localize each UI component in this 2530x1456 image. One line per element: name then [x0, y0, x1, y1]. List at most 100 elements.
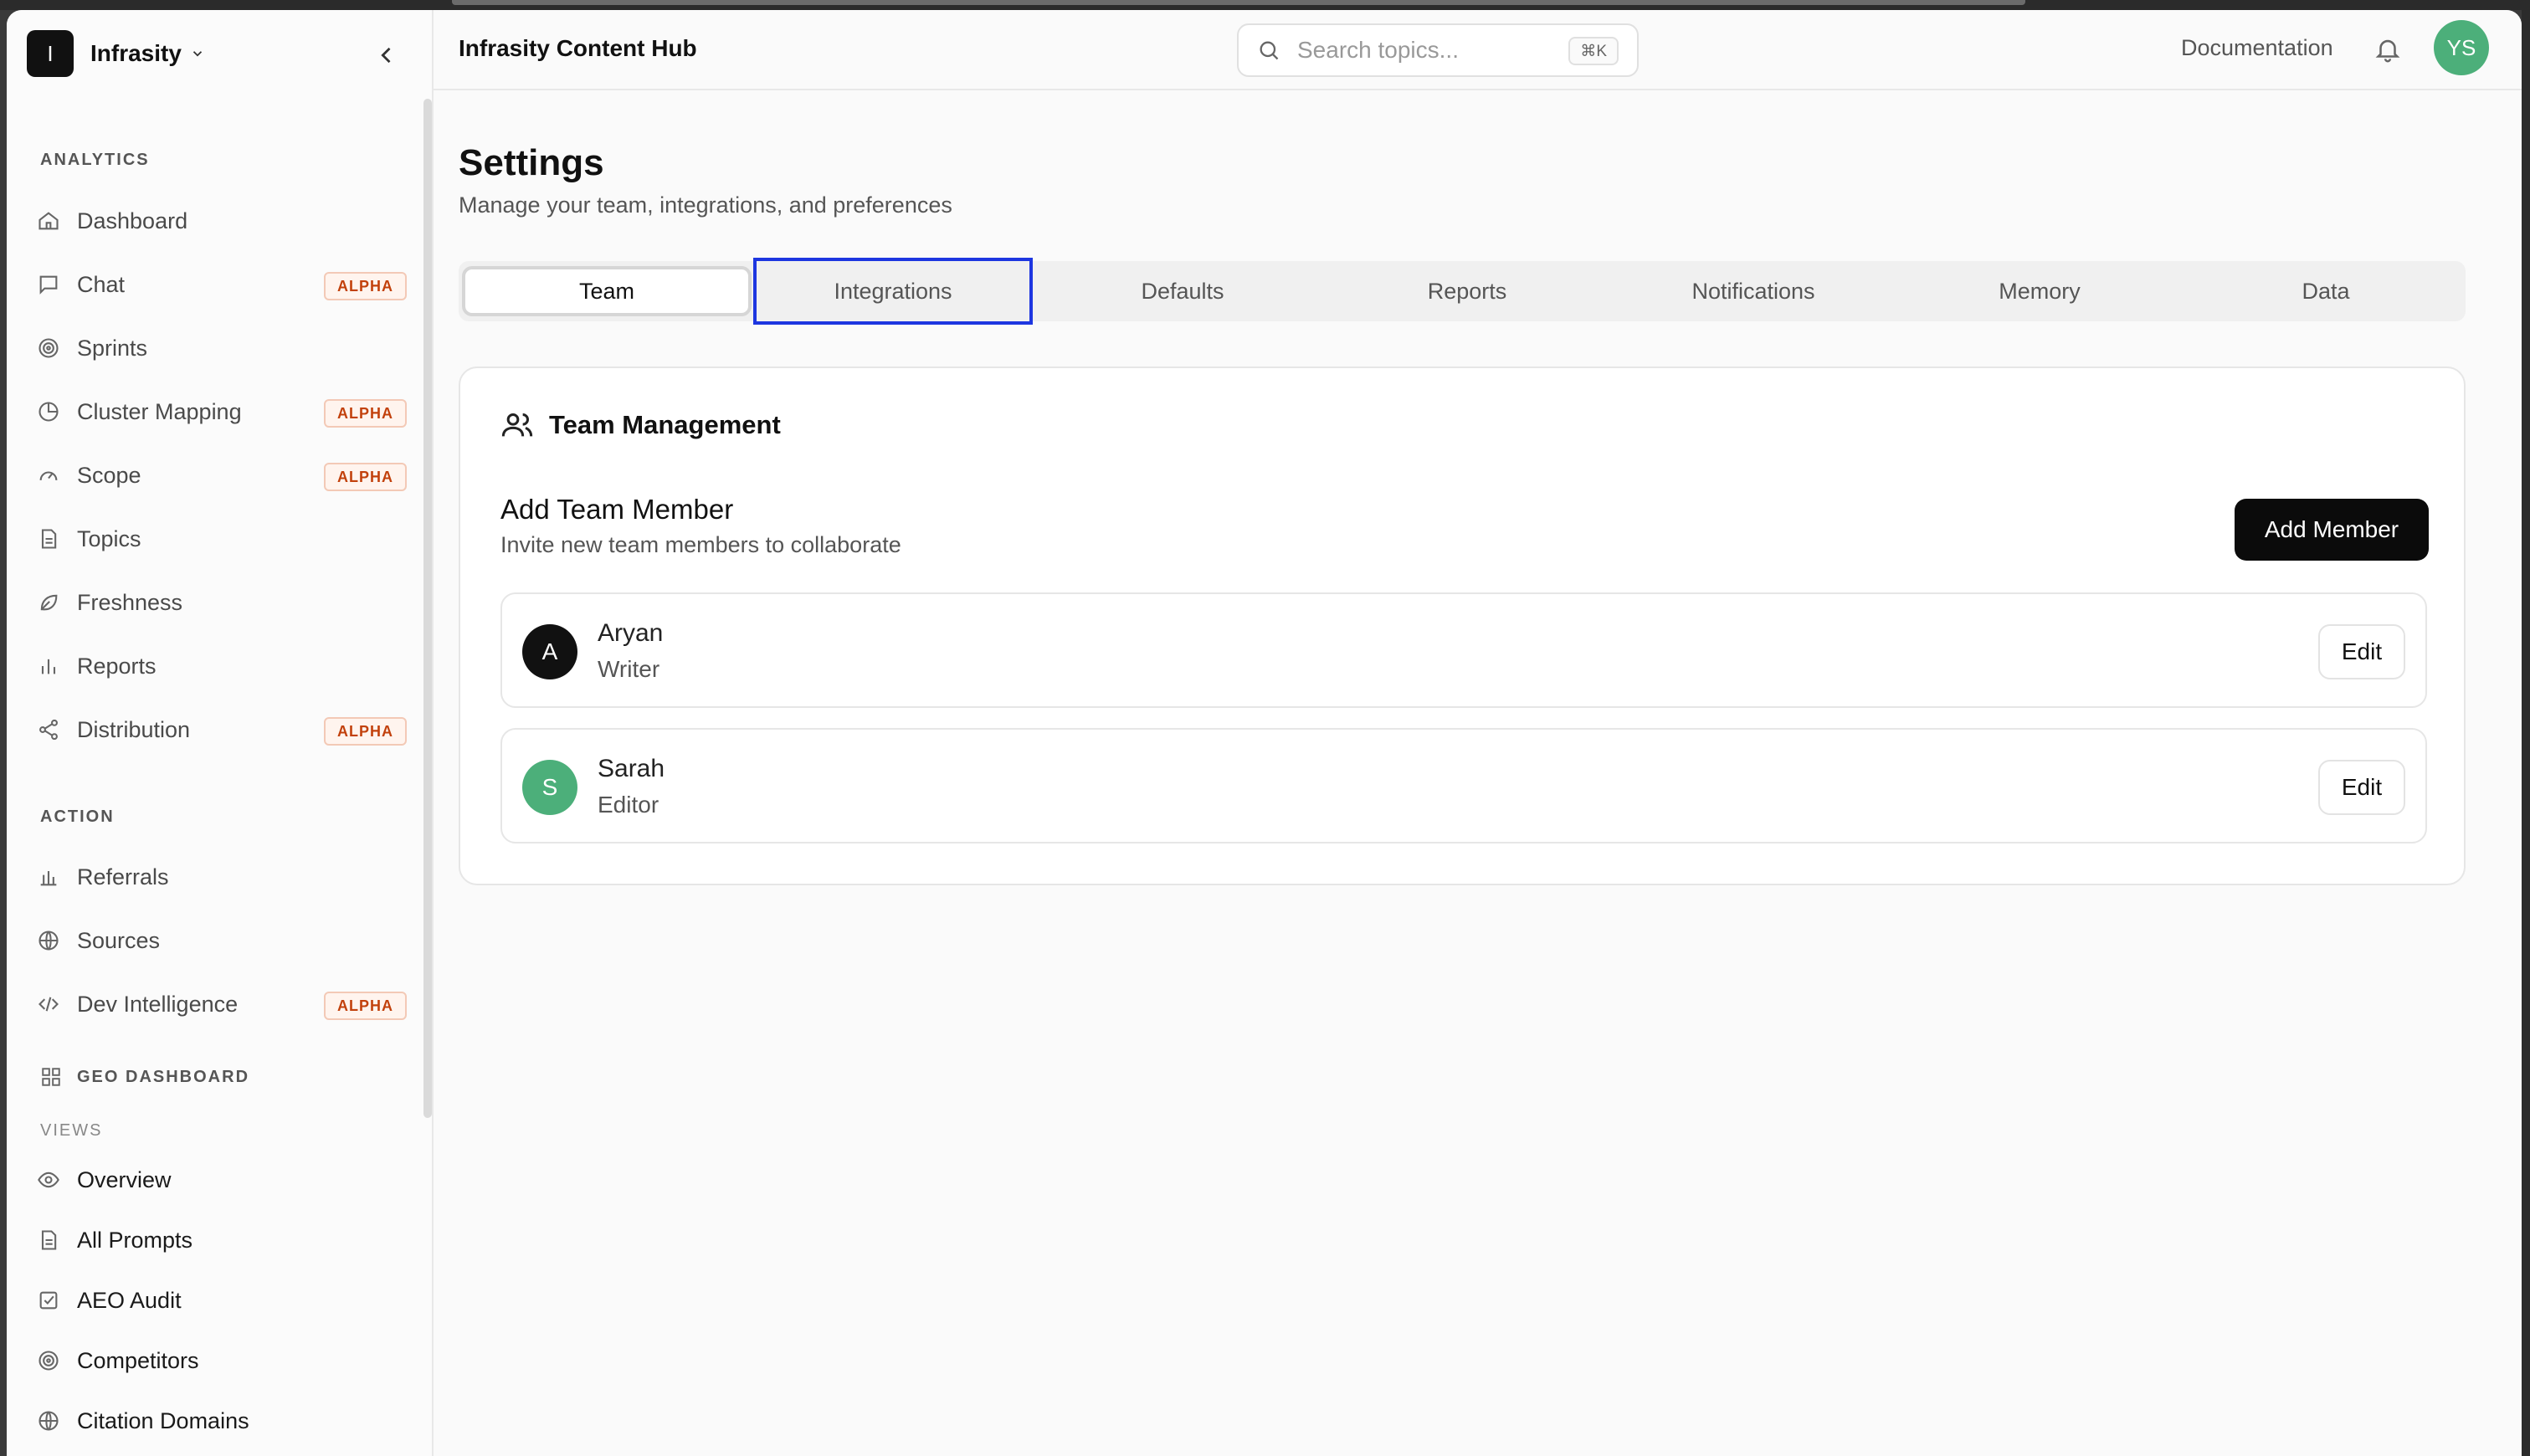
search-input[interactable]	[1297, 37, 1548, 64]
sidebar-scrollbar[interactable]	[423, 99, 432, 1118]
member-role: Writer	[598, 656, 660, 682]
brand-name: Infrasity	[90, 40, 182, 66]
sidebar-item-label: Dashboard	[77, 208, 188, 233]
member-name: Sarah	[598, 755, 665, 782]
leaf-icon	[40, 594, 58, 611]
sidebar-item-label: Distribution	[77, 716, 191, 742]
search-box[interactable]: ⌘K	[1237, 23, 1639, 77]
edit-member-button[interactable]: Edit	[2318, 624, 2405, 679]
title-bar-handle	[452, 0, 2025, 5]
page-subtitle: Manage your team, integrations, and pref…	[459, 192, 952, 218]
alpha-badge: ALPHA	[324, 399, 407, 428]
app-title: Infrasity Content Hub	[459, 35, 697, 61]
search-icon	[1260, 41, 1279, 60]
users-icon	[501, 413, 533, 437]
sidebar-item-aeo-audit[interactable]: AEO Audit	[30, 1275, 407, 1325]
member-role: Editor	[598, 792, 659, 818]
tab-reports[interactable]: Reports	[1329, 261, 1605, 321]
globe-icon	[38, 1411, 59, 1431]
pie-chart-icon	[38, 402, 59, 422]
alpha-badge: ALPHA	[324, 463, 407, 491]
window-edge	[2522, 0, 2530, 1456]
tab-team[interactable]: Team	[462, 266, 752, 316]
member-avatar: A	[522, 624, 577, 679]
sidebar: I Infrasity ANALYTICS Dashboard Chat ALP…	[7, 10, 434, 1456]
edit-member-button[interactable]: Edit	[2318, 760, 2405, 815]
section-label-action: ACTION	[40, 807, 115, 826]
team-management-card: Team Management Add Team Member Invite n…	[459, 367, 2466, 885]
sidebar-item-referrals[interactable]: Referrals	[30, 852, 407, 902]
sidebar-item-overview[interactable]: Overview	[30, 1155, 407, 1205]
user-avatar[interactable]: YS	[2434, 20, 2489, 75]
page-title: Settings	[459, 142, 604, 183]
member-row: A Aryan Writer Edit	[500, 592, 2427, 708]
sidebar-item-label: Chat	[77, 271, 126, 297]
sidebar-item-label: Sources	[77, 927, 161, 953]
sidebar-item-reports[interactable]: Reports	[30, 641, 407, 691]
sidebar-item-scope[interactable]: Scope ALPHA	[30, 450, 407, 500]
sidebar-item-dev-intelligence[interactable]: Dev Intelligence ALPHA	[30, 979, 407, 1029]
section-label-analytics: ANALYTICS	[40, 151, 150, 169]
sidebar-item-label: Topics	[77, 525, 141, 551]
app-window: I Infrasity ANALYTICS Dashboard Chat ALP…	[7, 10, 2522, 1456]
sidebar-item-competitors[interactable]: Competitors	[30, 1336, 407, 1386]
document-icon	[41, 529, 57, 549]
member-name: Aryan	[598, 619, 664, 647]
tab-data[interactable]: Data	[2188, 261, 2464, 321]
sidebar-item-label: Reports	[77, 653, 157, 679]
sidebar-item-topics[interactable]: Topics	[30, 514, 407, 564]
workspace-switcher[interactable]: I Infrasity	[27, 30, 205, 77]
sidebar-item-label: All Prompts	[77, 1227, 193, 1253]
bar-chart-icon	[41, 659, 56, 674]
documentation-link[interactable]: Documentation	[2181, 35, 2333, 61]
tab-notifications[interactable]: Notifications	[1615, 261, 1891, 321]
sidebar-item-all-prompts[interactable]: All Prompts	[30, 1215, 407, 1265]
alpha-badge: ALPHA	[324, 992, 407, 1020]
keyboard-shortcut-hint: ⌘K	[1568, 37, 1619, 65]
chevron-down-icon	[192, 51, 203, 57]
sidebar-item-label: Referrals	[77, 864, 169, 889]
target-icon	[38, 1351, 59, 1371]
section-label-views: VIEWS	[40, 1121, 103, 1140]
share-icon	[39, 719, 58, 741]
add-member-subtitle: Invite new team members to collaborate	[500, 532, 901, 557]
sidebar-item-cluster-mapping[interactable]: Cluster Mapping ALPHA	[30, 387, 407, 437]
add-member-title: Add Team Member	[500, 494, 734, 525]
tab-defaults[interactable]: Defaults	[1044, 261, 1321, 321]
top-header: Infrasity Content Hub ⌘K Documentation Y…	[434, 10, 2522, 90]
tab-memory[interactable]: Memory	[1901, 261, 2178, 321]
alpha-badge: ALPHA	[324, 717, 407, 746]
chat-icon	[39, 275, 58, 295]
card-header: Team Management	[500, 408, 781, 442]
sidebar-item-label: AEO Audit	[77, 1287, 182, 1313]
globe-icon	[38, 931, 59, 951]
section-label-geo-dashboard: GEO DASHBOARD	[77, 1067, 250, 1086]
bar-chart-icon	[40, 871, 57, 886]
member-row: S Sarah Editor Edit	[500, 728, 2427, 843]
sidebar-item-chat[interactable]: Chat ALPHA	[30, 259, 407, 310]
sidebar-item-label: Scope	[77, 462, 141, 488]
settings-tabs: Team Integrations Defaults Reports Notif…	[459, 258, 2466, 325]
sidebar-item-citation-domains[interactable]: Citation Domains	[30, 1396, 407, 1446]
tab-integrations[interactable]: Integrations	[753, 258, 1033, 325]
sidebar-item-label: Freshness	[77, 589, 183, 615]
sidebar-item-dashboard[interactable]: Dashboard	[30, 196, 407, 246]
add-member-button[interactable]: Add Member	[2235, 499, 2429, 561]
document-icon	[41, 1230, 57, 1250]
target-icon	[38, 338, 59, 358]
collapse-sidebar-icon[interactable]	[375, 44, 398, 67]
sidebar-item-label: Cluster Mapping	[77, 398, 242, 424]
sidebar-item-sprints[interactable]: Sprints	[30, 323, 407, 373]
home-icon	[38, 212, 59, 230]
card-title: Team Management	[549, 410, 781, 439]
window-top-strip	[0, 0, 2530, 10]
sidebar-item-freshness[interactable]: Freshness	[30, 577, 407, 628]
eye-icon	[38, 1171, 59, 1188]
alpha-badge: ALPHA	[324, 272, 407, 300]
sidebar-item-distribution[interactable]: Distribution ALPHA	[30, 705, 407, 755]
code-icon	[38, 997, 59, 1012]
bell-icon[interactable]	[2373, 35, 2402, 64]
checkbox-icon	[39, 1291, 58, 1310]
sidebar-item-sources[interactable]: Sources	[30, 915, 407, 966]
geo-dashboard-header[interactable]: GEO DASHBOARD	[40, 1066, 249, 1088]
